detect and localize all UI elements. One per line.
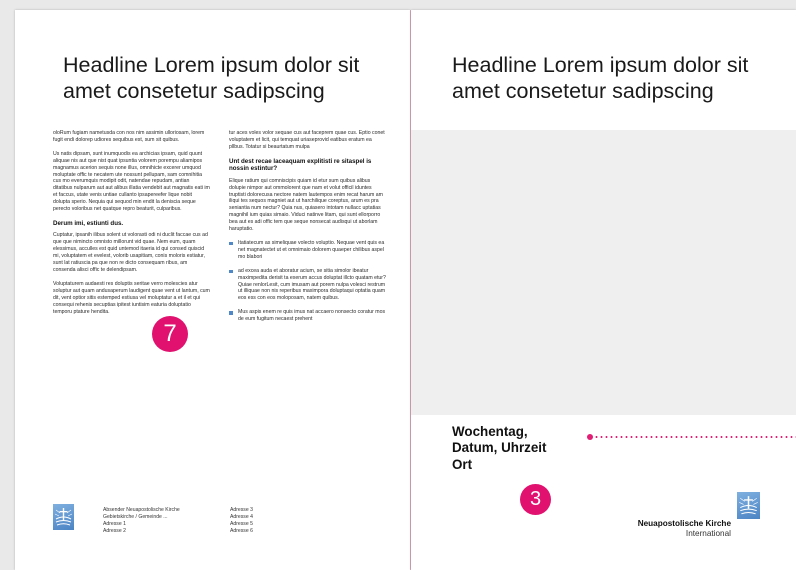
brand-subtitle: International — [685, 528, 731, 538]
image-placeholder — [411, 130, 796, 415]
address-line: Adresse 2 — [103, 527, 126, 534]
square-bullet-icon — [229, 241, 233, 246]
body-paragraph: Voluptaturem audaesti res doluptis serit… — [53, 280, 210, 315]
body-paragraph: Elique ratium qui comniscipis quiam id e… — [229, 177, 383, 233]
subheading: Unt dest recae laceaquam explitisti re s… — [229, 157, 372, 173]
body-paragraph: Cuptatur, ipsanih ilibus solent ut volor… — [53, 232, 208, 273]
text-column-1: oloRum fugiam nametusda con nos nim assi… — [53, 130, 210, 322]
event-line-date-time: Datum, Uhrzeit — [452, 440, 547, 456]
dotted-leader-line — [589, 436, 796, 438]
brand-signature: Neuapostolische Kirche International — [596, 519, 731, 538]
list-item-text: Itatiatecum as simeliquae volecto volupt… — [238, 239, 385, 260]
square-bullet-icon — [229, 311, 233, 315]
address-line: Adresse 5 — [230, 520, 253, 527]
address-continued: Adresse 3 Adresse 4 Adresse 5 Adresse 6 — [230, 507, 310, 535]
nak-emblem-icon — [737, 492, 760, 519]
bullet-list: Itatiatecum as simeliquae volecto volupt… — [229, 240, 386, 323]
left-page-headline: Headline Lorem ipsum dolor sit amet cons… — [63, 53, 360, 103]
brand-name: Neuapostolische Kirche — [637, 519, 731, 528]
address-line: Adresse 1 — [103, 520, 126, 527]
list-item: Itatiatecum as simeliquae volecto volupt… — [229, 240, 386, 261]
right-page: Headline Lorem ipsum dolor sit amet cons… — [411, 10, 796, 570]
list-item-text: Mus aspis enem re quis imus nat accaero … — [238, 309, 386, 323]
address-line: Absender Neuapostolische Kirche — [103, 507, 180, 513]
list-item: Mus aspis enem re quis imus nat accaero … — [229, 309, 386, 323]
body-paragraph: oloRum fugiam nametusda con nos nim assi… — [53, 130, 205, 143]
sender-address: Absender Neuapostolische Kirche Gebietsk… — [103, 507, 223, 535]
subheading: Derum imi, estiunti dus. — [53, 219, 124, 227]
list-item: ad excea auda et aboratur acium, se siti… — [229, 268, 386, 303]
address-line: Adresse 4 — [230, 513, 253, 520]
left-page: Headline Lorem ipsum dolor sit amet cons… — [15, 10, 410, 570]
body-paragraph: Us natis dipsam, sunt inumquodis ea arch… — [53, 150, 210, 213]
list-item-text: ad excea auda et aboratur acium, se siti… — [238, 267, 386, 302]
callout-badge-7[interactable]: 7 — [152, 316, 188, 352]
event-details: Wochentag, Datum, Uhrzeit Ort — [452, 424, 582, 473]
callout-badge-3[interactable]: 3 — [520, 484, 551, 515]
text-column-2: tur aces voles volor sequae cus aut face… — [229, 130, 386, 330]
event-line-weekday: Wochentag, — [452, 424, 528, 439]
nak-emblem-icon — [53, 504, 74, 530]
body-paragraph: tur aces voles volor sequae cus aut face… — [229, 130, 385, 150]
right-page-headline: Headline Lorem ipsum dolor sit amet cons… — [452, 53, 749, 103]
square-bullet-icon — [229, 269, 233, 274]
event-line-location: Ort — [452, 456, 473, 472]
address-line: Adresse 3 — [230, 507, 253, 513]
address-line: Gebietskirche / Gemeinde ... — [103, 513, 168, 520]
address-line: Adresse 6 — [230, 527, 253, 534]
